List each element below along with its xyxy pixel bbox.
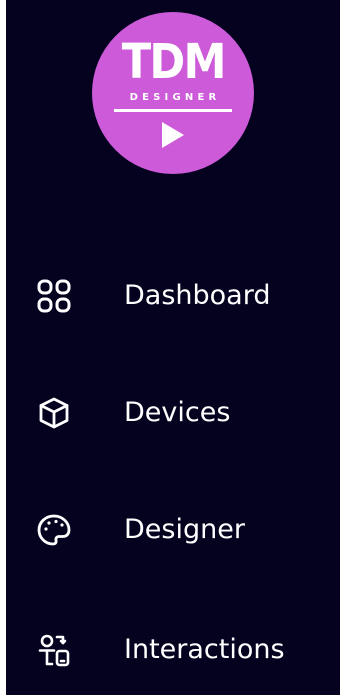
play-icon	[162, 122, 184, 148]
interactions-icon	[36, 632, 72, 668]
app-logo[interactable]: TDM DESIGNER	[92, 12, 254, 174]
sidebar-item-devices[interactable]: Devices	[6, 383, 340, 443]
sidebar-item-interactions[interactable]: Interactions	[6, 620, 340, 680]
cube-icon	[36, 395, 72, 431]
dashboard-grid-icon	[36, 278, 72, 314]
sidebar-item-label: Dashboard	[124, 280, 271, 311]
sidebar-item-label: Interactions	[124, 634, 285, 665]
logo-title: TDM	[121, 34, 227, 90]
sidebar-item-dashboard[interactable]: Dashboard	[6, 266, 340, 326]
sidebar: TDM DESIGNER Dashboard Devices Designer …	[6, 0, 340, 695]
sidebar-item-designer[interactable]: Designer	[6, 500, 340, 560]
logo-divider	[114, 109, 232, 112]
sidebar-item-label: Designer	[124, 514, 245, 545]
palette-icon	[36, 512, 72, 548]
logo-subtitle: DESIGNER	[129, 92, 221, 103]
sidebar-item-label: Devices	[124, 397, 231, 428]
